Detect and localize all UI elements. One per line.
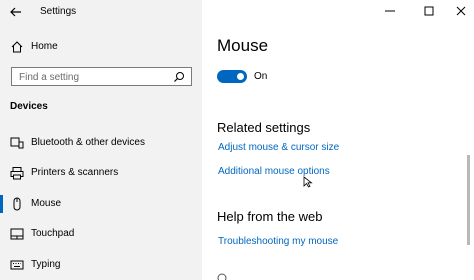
help-heading: Help from the web [217,209,323,224]
home-icon [11,41,23,53]
mouse-toggle[interactable] [217,70,247,83]
toggle-knob [237,73,244,80]
sidebar-item-label: Printers & scanners [31,167,119,178]
bluetooth-devices-icon [10,137,24,149]
main-content: Mouse On Related settings Adjust mouse &… [202,0,474,280]
sidebar-item-label: Mouse [31,198,62,209]
adjust-mouse-cursor-link[interactable]: Adjust mouse & cursor size [218,142,339,153]
sidebar: Settings Home Find a setting Devices Blu… [0,0,202,280]
sidebar-item-label: Typing [31,259,61,270]
close-icon[interactable] [454,4,468,18]
title-bar: Settings [0,0,202,26]
help-icon [217,273,227,280]
keyboard-icon [10,260,24,270]
sidebar-item-typing[interactable]: Typing [0,253,202,277]
selected-indicator [0,195,3,213]
back-arrow-icon[interactable] [8,4,24,20]
scrollbar-thumb[interactable] [467,155,470,245]
toggle-state-label: On [254,71,268,82]
search-input[interactable]: Find a setting [11,67,192,86]
mouse-icon [13,197,21,211]
minimize-icon[interactable] [383,4,397,18]
search-placeholder: Find a setting [19,72,80,83]
home-label: Home [31,41,58,52]
sidebar-item-mouse[interactable]: Mouse [0,192,202,216]
printer-icon [10,167,24,180]
troubleshooting-mouse-link[interactable]: Troubleshooting my mouse [218,236,338,247]
sidebar-item-bluetooth[interactable]: Bluetooth & other devices [0,131,202,155]
maximize-icon[interactable] [422,4,436,18]
sidebar-item-home[interactable]: Home [0,37,202,57]
sidebar-item-printers[interactable]: Printers & scanners [0,161,202,185]
related-settings-heading: Related settings [217,120,311,135]
window-title: Settings [40,6,77,17]
mouse-pointer-icon [303,176,313,188]
page-title: Mouse [217,36,269,55]
sidebar-item-touchpad[interactable]: Touchpad [0,222,202,246]
search-icon [174,72,184,82]
sidebar-item-label: Bluetooth & other devices [31,137,145,148]
touchpad-icon [10,228,24,240]
sidebar-item-label: Touchpad [31,228,75,239]
section-header-devices: Devices [10,101,48,112]
